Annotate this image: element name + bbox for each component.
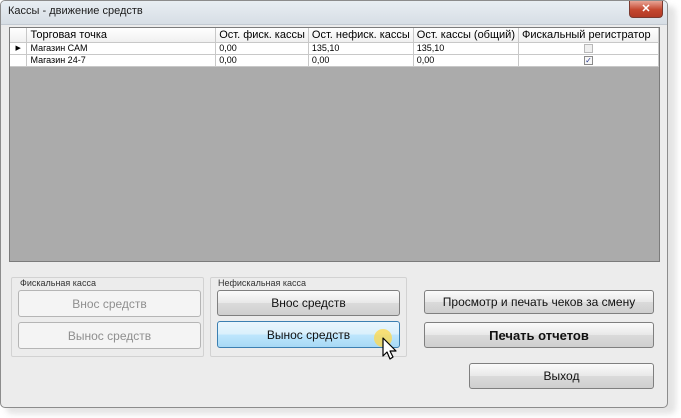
header-row: Торговая точка Ост. фиск. кассы Ост. неф… xyxy=(10,28,659,43)
title-bar[interactable]: Кассы - движение средств ✕ xyxy=(1,1,667,25)
close-button[interactable]: ✕ xyxy=(629,1,663,18)
print-reports-button[interactable]: Печать отчетов xyxy=(424,322,654,348)
total-balance[interactable]: 135,10 xyxy=(413,42,520,55)
header-nonfiscal-balance[interactable]: Ост. нефиск. кассы xyxy=(308,28,414,43)
header-fiscal-registrar[interactable]: Фискальный регистратор xyxy=(518,28,659,43)
total-balance[interactable]: 0,00 xyxy=(413,54,520,67)
nonfiscal-group-label: Нефискальная касса xyxy=(218,278,307,288)
close-icon: ✕ xyxy=(641,3,651,15)
nonfiscal-balance[interactable]: 135,10 xyxy=(308,42,414,55)
window-title: Кассы - движение средств xyxy=(8,5,143,17)
header-total-balance[interactable]: Ост. кассы (общий) xyxy=(413,28,520,43)
registrar-checkbox[interactable] xyxy=(584,43,593,53)
table-row[interactable]: Магазин 24-7 0,00 0,00 0,00 ✓ xyxy=(10,54,659,67)
nonfiscal-deposit-button[interactable]: Внос средств xyxy=(217,290,400,316)
fiscal-balance[interactable]: 0,00 xyxy=(215,42,309,55)
fiscal-balance[interactable]: 0,00 xyxy=(215,54,309,67)
nonfiscal-balance[interactable]: 0,00 xyxy=(308,54,414,67)
header-fiscal-balance[interactable]: Ост. фиск. кассы xyxy=(215,28,309,43)
view-print-checks-button[interactable]: Просмотр и печать чеков за смену xyxy=(424,290,654,314)
cash-desks-table: Торговая точка Ост. фиск. кассы Ост. неф… xyxy=(10,28,659,67)
registrar-cell: ✓ xyxy=(518,54,659,67)
exit-button[interactable]: Выход xyxy=(469,363,654,389)
header-indicator-cell xyxy=(10,28,28,43)
store-name[interactable]: Магазин САМ xyxy=(26,42,217,55)
fiscal-group-label: Фискальная касса xyxy=(20,278,96,288)
store-name[interactable]: Магазин 24-7 xyxy=(26,54,217,67)
registrar-cell xyxy=(518,42,659,55)
dialog-window: Кассы - движение средств ✕ Торговая точк… xyxy=(0,0,668,408)
table-row[interactable]: ▶ Магазин САМ 0,00 135,10 135,10 xyxy=(10,42,659,55)
header-store[interactable]: Торговая точка xyxy=(26,28,217,43)
pointer-cursor-icon xyxy=(374,329,397,360)
fiscal-deposit-button[interactable]: Внос средств xyxy=(18,290,201,317)
row-indicator-icon xyxy=(10,54,28,67)
cash-desks-grid[interactable]: Торговая точка Ост. фиск. кассы Ост. неф… xyxy=(9,27,660,262)
row-indicator-icon: ▶ xyxy=(10,42,28,55)
fiscal-withdraw-button[interactable]: Вынос средств xyxy=(18,322,201,349)
registrar-checkbox[interactable]: ✓ xyxy=(584,55,593,65)
